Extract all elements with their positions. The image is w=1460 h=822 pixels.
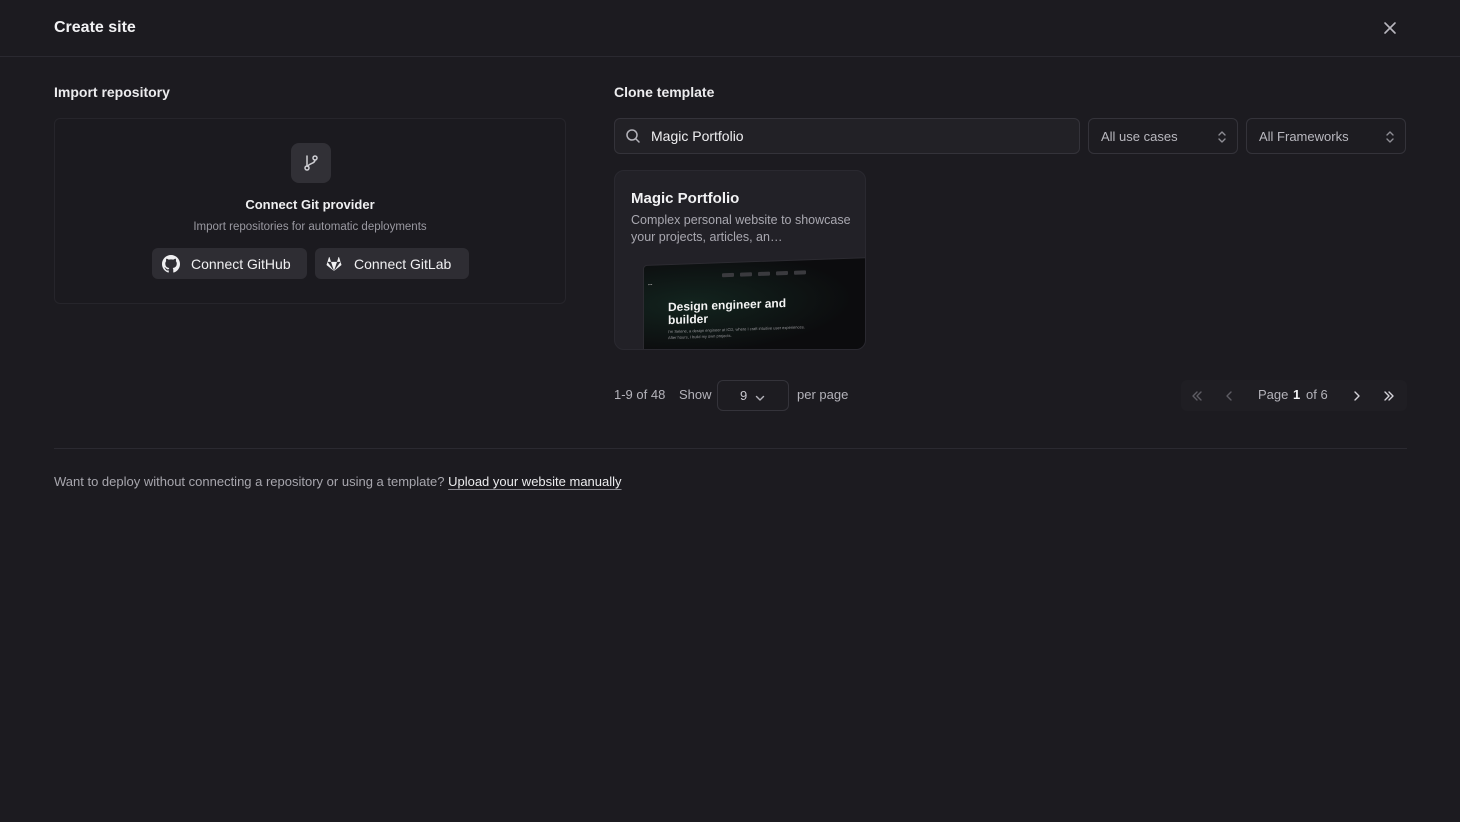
close-button[interactable] [1378, 16, 1402, 40]
per-page-select[interactable]: 9 [717, 380, 789, 411]
current-page: 1 [1293, 387, 1301, 402]
gitlab-icon [325, 255, 343, 273]
modal-title: Create site [54, 19, 136, 36]
connect-gitlab-label: Connect GitLab [354, 255, 452, 272]
show-label: Show [679, 387, 712, 402]
per-page-label: per page [797, 387, 849, 402]
github-icon [162, 254, 180, 273]
template-card-title: Magic Portfolio [631, 190, 740, 207]
divider [54, 448, 1407, 449]
chevron-right-icon [1354, 391, 1360, 401]
template-card-description: Complex personal website to showcase you… [631, 213, 851, 244]
upload-manually-link[interactable]: Upload your website manually [448, 474, 621, 489]
chevron-down-icon [755, 390, 765, 408]
chevron-left-icon [1226, 391, 1232, 401]
previous-page-button[interactable] [1220, 387, 1238, 405]
page-label: Page [1258, 387, 1289, 402]
template-card[interactable]: Magic Portfolio Complex personal website… [614, 170, 866, 350]
chevron-up-down-icon [1385, 130, 1395, 147]
git-branch-icon [304, 155, 318, 171]
preview-heading: Design engineer and builder [668, 296, 787, 328]
git-provider-title: Connect Git provider [245, 197, 375, 212]
use-case-select[interactable]: All use cases [1088, 118, 1238, 154]
chevrons-left-icon [1192, 391, 1202, 401]
clone-section-title: Clone template [614, 84, 715, 100]
connect-github-label: Connect GitHub [191, 255, 291, 272]
template-preview-image: ▪▪▪ Design engineer and builder I'm Sele… [643, 256, 865, 349]
search-icon [625, 128, 641, 149]
connect-github-button[interactable]: Connect GitHub [152, 248, 307, 279]
search-input[interactable] [651, 119, 1071, 153]
git-provider-panel: Connect Git provider Import repositories… [54, 118, 566, 304]
import-section-title: Import repository [54, 84, 170, 100]
pager: Page 1 of 6 [1181, 380, 1407, 411]
pagination-range: 1-9 of 48 [614, 387, 666, 402]
framework-select-value: All Frameworks [1259, 129, 1349, 144]
git-provider-subtitle: Import repositories for automatic deploy… [193, 221, 427, 233]
footer-prompt: Want to deploy without connecting a repo… [54, 474, 445, 489]
chevrons-right-icon [1384, 391, 1394, 401]
footer-text: Want to deploy without connecting a repo… [54, 474, 622, 489]
first-page-button[interactable] [1188, 387, 1206, 405]
preview-logo: ▪▪▪ [648, 281, 653, 287]
total-pages: of 6 [1306, 387, 1328, 402]
last-page-button[interactable] [1380, 387, 1398, 405]
chevron-up-down-icon [1217, 130, 1227, 147]
modal-header: Create site [0, 0, 1460, 57]
per-page-value: 9 [740, 388, 748, 403]
use-case-select-value: All use cases [1101, 129, 1178, 144]
close-icon [1384, 22, 1396, 34]
framework-select[interactable]: All Frameworks [1246, 118, 1406, 154]
git-branch-icon-tile [291, 143, 331, 183]
connect-gitlab-button[interactable]: Connect GitLab [315, 248, 469, 279]
template-search [614, 118, 1080, 154]
next-page-button[interactable] [1348, 387, 1366, 405]
